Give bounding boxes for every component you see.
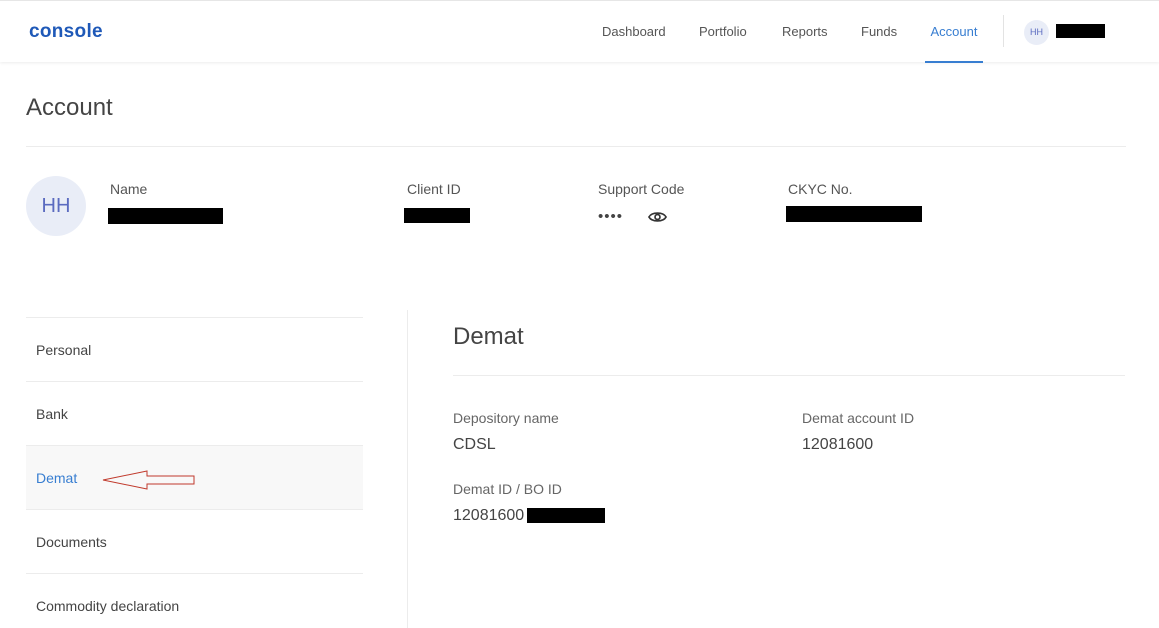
profile-avatar: HH xyxy=(26,176,86,236)
support-code-label: Support Code xyxy=(598,181,685,197)
sidebar-item-bank[interactable]: Bank xyxy=(26,381,363,445)
nav-divider xyxy=(1003,15,1004,47)
nav-dashboard[interactable]: Dashboard xyxy=(602,1,666,63)
bo-id-value: 12081600 xyxy=(453,507,525,524)
demat-section-title: Demat xyxy=(453,323,524,350)
redacted-ckyc xyxy=(786,206,922,222)
sidebar-item-personal[interactable]: Personal xyxy=(26,317,363,381)
section-divider xyxy=(453,375,1125,376)
demat-account-id-label: Demat account ID xyxy=(802,410,915,426)
redacted-bo-id xyxy=(527,508,605,523)
redacted-username[interactable] xyxy=(1056,24,1105,38)
ckyc-label: CKYC No. xyxy=(788,181,853,197)
name-label: Name xyxy=(110,181,148,197)
bo-id-label: Demat ID / BO ID xyxy=(453,481,562,497)
eye-icon[interactable] xyxy=(648,209,667,225)
user-avatar[interactable]: HH xyxy=(1024,20,1049,45)
page-title: Account xyxy=(26,94,113,121)
redacted-client-id xyxy=(404,208,470,223)
top-navbar: console Dashboard Portfolio Reports Fund… xyxy=(0,0,1159,63)
redacted-name xyxy=(108,208,223,224)
nav-portfolio[interactable]: Portfolio xyxy=(699,1,747,63)
demat-account-id-value: 12081600 xyxy=(802,436,874,453)
nav-reports[interactable]: Reports xyxy=(782,1,828,63)
depository-name-label: Depository name xyxy=(453,410,559,426)
nav-funds[interactable]: Funds xyxy=(861,1,897,63)
nav-account[interactable]: Account xyxy=(925,1,983,63)
content-divider xyxy=(407,310,408,628)
red-arrow-annotation xyxy=(102,470,195,490)
client-id-label: Client ID xyxy=(407,181,461,197)
sidebar-item-documents[interactable]: Documents xyxy=(26,509,363,573)
support-code-masked: •••• xyxy=(598,208,624,225)
title-divider xyxy=(26,146,1126,147)
console-logo[interactable]: console xyxy=(29,21,103,43)
depository-name-value: CDSL xyxy=(453,436,496,453)
sidebar-item-commodity-declaration[interactable]: Commodity declaration xyxy=(26,573,363,628)
